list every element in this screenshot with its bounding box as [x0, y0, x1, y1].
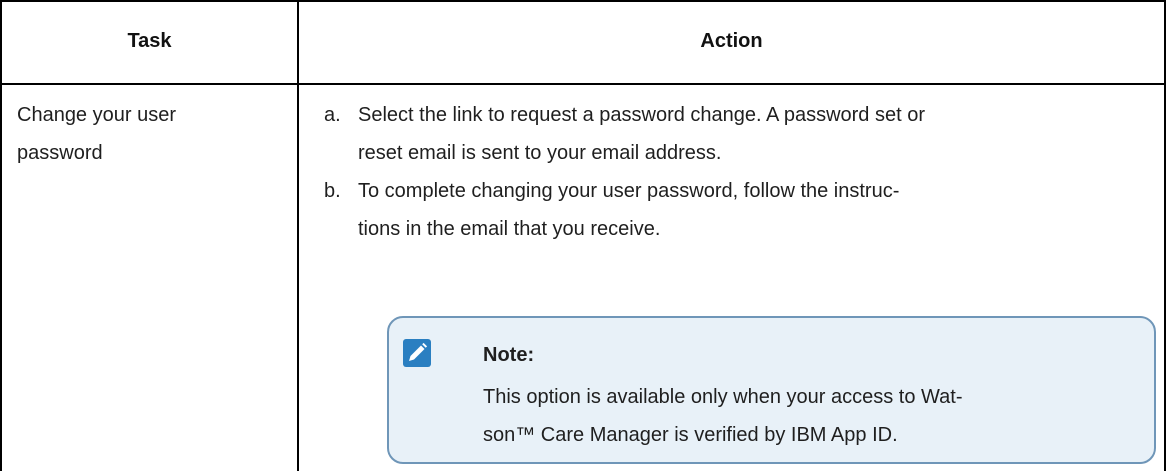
- note-box: Note: This option is available only when…: [387, 316, 1156, 464]
- task-action-table: Task Action Change your user password a.…: [0, 0, 1166, 471]
- task-line-2: password: [17, 142, 103, 164]
- step-a-text-cont: reset email is sent to your email addres…: [358, 142, 722, 164]
- task-line-1: Change your user: [17, 104, 176, 126]
- step-a-line-2: reset email is sent to your email addres…: [358, 134, 722, 172]
- step-a-text: Select the link to request a password ch…: [358, 104, 925, 126]
- step-a-marker: a.: [324, 104, 341, 126]
- step-b-marker: b.: [324, 180, 341, 202]
- header-task: Task: [127, 30, 172, 52]
- header-bottom-border: [0, 83, 1166, 85]
- step-b-line-2: tions in the email that you receive.: [358, 210, 660, 248]
- step-b-line-1: b. To complete changing your user passwor…: [324, 172, 899, 210]
- step-b-text-cont: tions in the email that you receive.: [358, 218, 661, 240]
- note-title: Note:: [483, 344, 535, 366]
- pencil-note-icon: [403, 339, 431, 367]
- note-line-1: This option is available only when your …: [483, 386, 963, 408]
- header-action: Action: [700, 30, 763, 52]
- note-body: This option is available only when your …: [483, 378, 1123, 454]
- step-b-text: To complete changing your user password,…: [358, 180, 900, 202]
- note-line-2: son™ Care Manager is verified by IBM App…: [483, 424, 898, 446]
- step-a-line-1: a. Select the link to request a password …: [324, 96, 925, 134]
